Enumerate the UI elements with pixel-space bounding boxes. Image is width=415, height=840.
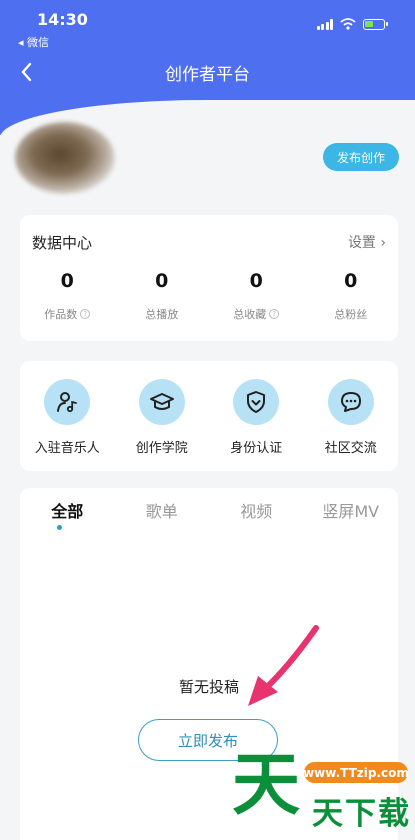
stat-plays[interactable]: 0 总播放 xyxy=(115,270,210,322)
status-bar: 14:30 ◂ 微信 xyxy=(0,0,415,50)
wifi-icon xyxy=(340,18,356,30)
info-icon[interactable]: ? xyxy=(269,309,280,319)
stats-row: 0 作品数? 0 总播放 0 总收藏? 0 总粉丝 xyxy=(20,270,398,322)
quick-actions-row: 入驻音乐人 创作学院 身份认证 社区交流 xyxy=(20,379,398,456)
content-tabs: 全部 歌单 视频 竖屏MV xyxy=(20,498,398,522)
stat-label: 总播放 xyxy=(145,308,179,321)
status-back-app[interactable]: ◂ 微信 xyxy=(18,34,49,50)
quick-action-label: 创作学院 xyxy=(135,441,188,456)
avatar[interactable] xyxy=(15,122,115,194)
stat-value: 0 xyxy=(60,270,74,292)
quick-action-label: 入驻音乐人 xyxy=(34,441,100,456)
active-tab-indicator xyxy=(57,525,62,530)
quick-action-academy[interactable]: 创作学院 xyxy=(115,379,210,456)
stat-label: 总收藏 xyxy=(233,308,267,321)
shield-check-icon xyxy=(247,391,266,413)
stat-favorites[interactable]: 0 总收藏? xyxy=(209,270,304,322)
quick-actions-card: 入驻音乐人 创作学院 身份认证 社区交流 xyxy=(20,361,398,471)
stat-label: 总粉丝 xyxy=(334,308,368,321)
signal-icon xyxy=(316,18,333,30)
tab-playlists[interactable]: 歌单 xyxy=(115,498,210,522)
quick-action-identity[interactable]: 身份认证 xyxy=(209,379,304,456)
stat-value: 0 xyxy=(344,270,358,292)
stat-works[interactable]: 0 作品数? xyxy=(20,270,115,322)
page-title: 创作者平台 xyxy=(165,65,250,85)
graduation-cap-icon xyxy=(149,393,174,410)
stat-label: 作品数 xyxy=(44,308,78,321)
info-icon[interactable]: ? xyxy=(80,309,91,319)
stat-value: 0 xyxy=(249,270,263,292)
watermark-logo: 天 www.TTzip.com 天下载 xyxy=(232,740,415,840)
quick-action-label: 社区交流 xyxy=(324,441,377,456)
data-center-title: 数据中心 xyxy=(32,234,93,252)
data-center-card: 数据中心 设置 › 0 作品数? 0 总播放 0 总收藏? 0 总粉丝 xyxy=(20,215,398,341)
chat-bubble-icon xyxy=(340,392,361,412)
status-icons xyxy=(316,18,388,30)
quick-action-label: 身份认证 xyxy=(230,441,283,456)
tab-all[interactable]: 全部 xyxy=(20,498,115,522)
watermark-url: www.TTzip.com xyxy=(303,762,409,783)
status-time: 14:30 xyxy=(37,10,88,29)
publish-create-button[interactable]: 发布创作 xyxy=(323,143,399,171)
empty-state-message: 暂无投稿 xyxy=(178,678,239,696)
quick-action-musician[interactable]: 入驻音乐人 xyxy=(20,379,115,456)
watermark-text: 天下载 xyxy=(312,796,411,832)
tab-videos[interactable]: 视频 xyxy=(209,498,304,522)
quick-action-community[interactable]: 社区交流 xyxy=(304,379,399,456)
tab-vertical-mv[interactable]: 竖屏MV xyxy=(304,498,399,522)
stat-fans[interactable]: 0 总粉丝 xyxy=(304,270,399,322)
musician-icon xyxy=(57,392,78,413)
data-settings-link[interactable]: 设置 › xyxy=(348,232,386,252)
stat-value: 0 xyxy=(155,270,169,292)
watermark-big-glyph: 天 xyxy=(232,745,301,825)
battery-icon xyxy=(363,18,388,30)
